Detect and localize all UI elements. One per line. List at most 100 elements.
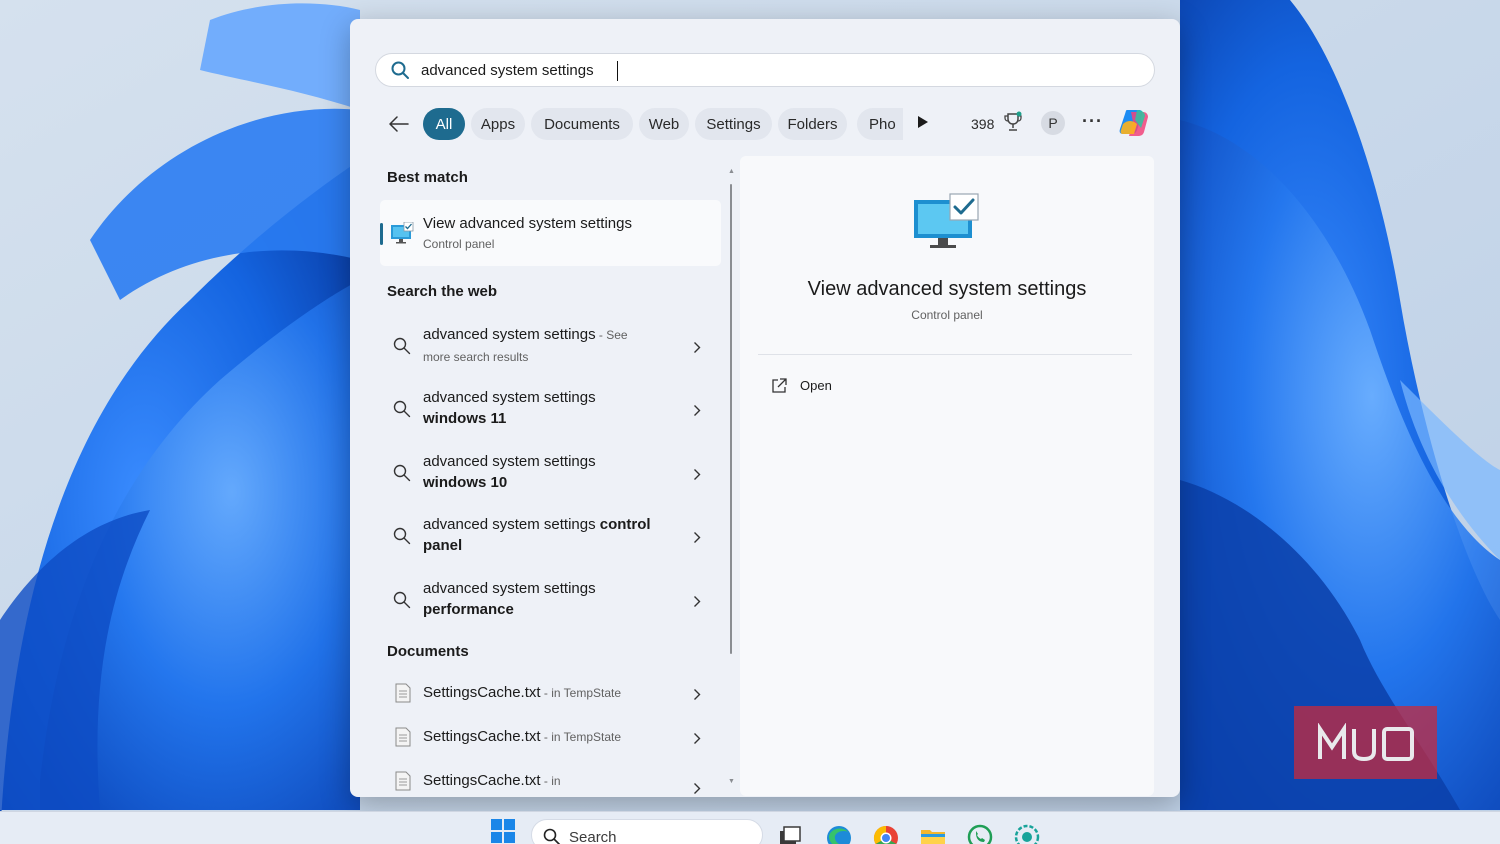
taskbar-task-view[interactable] xyxy=(776,822,804,844)
best-match-heading: Best match xyxy=(387,169,468,186)
open-action-label: Open xyxy=(800,378,832,393)
record-icon xyxy=(1014,824,1040,844)
scrollbar-thumb[interactable] xyxy=(730,184,732,654)
document-location: - in xyxy=(540,774,561,788)
open-action-button[interactable]: Open xyxy=(768,374,968,400)
search-box[interactable] xyxy=(375,53,1155,87)
web-result-bold: windows 11 xyxy=(423,410,507,427)
best-match-subtitle: Control panel xyxy=(423,237,495,251)
best-match-title: View advanced system settings xyxy=(423,215,632,232)
taskbar-file-explorer[interactable] xyxy=(919,822,947,844)
chevron-right-icon xyxy=(694,689,701,700)
folder-icon xyxy=(921,830,945,844)
web-result-item[interactable]: advanced system settings - See more sear… xyxy=(380,321,721,379)
chrome-icon xyxy=(873,826,898,844)
preview-title: View advanced system settings xyxy=(807,278,1087,300)
document-filename: SettingsCache.txt xyxy=(423,728,541,745)
document-name: SettingsCache.txt - in xyxy=(423,772,561,789)
filter-chip-apps[interactable]: Apps xyxy=(471,108,525,140)
preview-subtitle: Control panel xyxy=(911,308,983,322)
web-result-text: advanced system settings - See more sear… xyxy=(423,324,673,368)
muo-logo xyxy=(1317,722,1414,761)
web-result-bold: performance xyxy=(423,601,514,618)
results-scrollbar[interactable]: ▲ ▼ xyxy=(728,164,736,794)
web-result-suffix: - See xyxy=(595,328,628,342)
document-name: SettingsCache.txt - in TempState xyxy=(423,684,621,701)
chevron-right-icon xyxy=(694,733,701,744)
preview-pane: View advanced system settings Control pa… xyxy=(740,156,1154,796)
web-result-query: advanced system settings xyxy=(423,580,596,597)
filter-chip-settings[interactable]: Settings xyxy=(695,108,772,140)
chevron-right-icon xyxy=(694,783,701,794)
rewards-button[interactable] xyxy=(1003,111,1023,138)
search-icon xyxy=(391,61,409,79)
whatsapp-icon xyxy=(967,824,993,844)
arrow-left-icon xyxy=(389,116,409,132)
search-the-web-heading: Search the web xyxy=(387,283,498,300)
chevron-right-icon xyxy=(694,532,701,543)
selection-indicator xyxy=(380,223,383,245)
document-result-item[interactable]: SettingsCache.txt - in TempState xyxy=(380,718,721,758)
scroll-up-arrow-icon[interactable]: ▲ xyxy=(728,168,735,175)
web-result-item[interactable]: advanced system settings windows 10 xyxy=(380,448,721,506)
search-icon xyxy=(393,337,411,355)
document-result-item[interactable]: SettingsCache.txt - in xyxy=(380,762,721,797)
web-result-query: advanced system settings xyxy=(423,326,596,343)
start-button[interactable] xyxy=(483,818,523,844)
best-match-item[interactable]: View advanced system settings Control pa… xyxy=(380,200,721,266)
filter-chip-all[interactable]: All xyxy=(423,108,465,140)
taskbar-whatsapp[interactable] xyxy=(966,822,994,844)
web-result-query: advanced system settings xyxy=(423,453,596,470)
search-icon xyxy=(543,828,561,844)
web-result-text: advanced system settings windows 11 xyxy=(423,387,673,429)
results-list: Best match View advanced system settings… xyxy=(370,159,730,797)
open-external-icon xyxy=(772,378,787,393)
filter-chip-web[interactable]: Web xyxy=(639,108,689,140)
chevron-right-icon xyxy=(694,405,701,416)
back-button[interactable] xyxy=(386,112,412,136)
web-result-text: advanced system settings control panel xyxy=(423,514,673,556)
text-caret xyxy=(617,61,618,81)
filter-bar: All Apps Documents Web Settings Folders … xyxy=(386,107,1156,141)
filter-chip-photos[interactable]: Pho xyxy=(857,108,903,140)
documents-heading: Documents xyxy=(387,643,469,660)
web-result-item[interactable]: advanced system settings windows 11 xyxy=(380,384,721,442)
web-result-item[interactable]: advanced system settings control panel xyxy=(380,511,721,569)
preview-divider xyxy=(758,354,1132,355)
trophy-icon xyxy=(1004,111,1022,131)
web-result-item[interactable]: advanced system settings performance xyxy=(380,575,721,633)
document-result-item[interactable]: SettingsCache.txt - in TempState xyxy=(380,674,721,714)
filter-chip-documents[interactable]: Documents xyxy=(531,108,633,140)
scroll-filters-button[interactable] xyxy=(917,115,929,134)
task-view-icon xyxy=(780,826,801,844)
document-filename: SettingsCache.txt xyxy=(423,684,541,701)
scroll-down-arrow-icon[interactable]: ▼ xyxy=(728,778,735,785)
taskbar-screen-recorder[interactable] xyxy=(1013,822,1041,844)
document-filename: SettingsCache.txt xyxy=(423,772,541,789)
account-avatar[interactable]: P xyxy=(1041,111,1065,135)
text-file-icon xyxy=(395,771,411,791)
more-options-button[interactable]: ··· xyxy=(1082,111,1103,132)
chevron-right-icon xyxy=(694,469,701,480)
muo-watermark-logo xyxy=(1294,706,1437,779)
filter-chip-folders[interactable]: Folders xyxy=(778,108,847,140)
play-icon xyxy=(918,116,928,128)
web-result-bold: windows 10 xyxy=(423,474,508,491)
web-result-query: advanced system settings xyxy=(423,389,596,406)
web-result-query: advanced system settings xyxy=(423,516,600,533)
copilot-button[interactable] xyxy=(1117,106,1151,145)
taskbar-edge[interactable] xyxy=(825,822,853,844)
taskbar-search-placeholder: Search xyxy=(569,829,617,844)
search-icon xyxy=(393,527,411,545)
taskbar-search-box[interactable]: Search xyxy=(531,819,763,844)
text-file-icon xyxy=(395,683,411,703)
search-input[interactable] xyxy=(421,61,1121,79)
chevron-right-icon xyxy=(694,596,701,607)
web-result-text: advanced system settings performance xyxy=(423,578,673,620)
document-location: - in TempState xyxy=(540,686,622,700)
taskbar: Search xyxy=(0,811,1500,844)
search-icon xyxy=(393,400,411,418)
web-result-text: advanced system settings windows 10 xyxy=(423,451,673,493)
search-icon xyxy=(393,464,411,482)
taskbar-chrome[interactable] xyxy=(872,822,900,844)
